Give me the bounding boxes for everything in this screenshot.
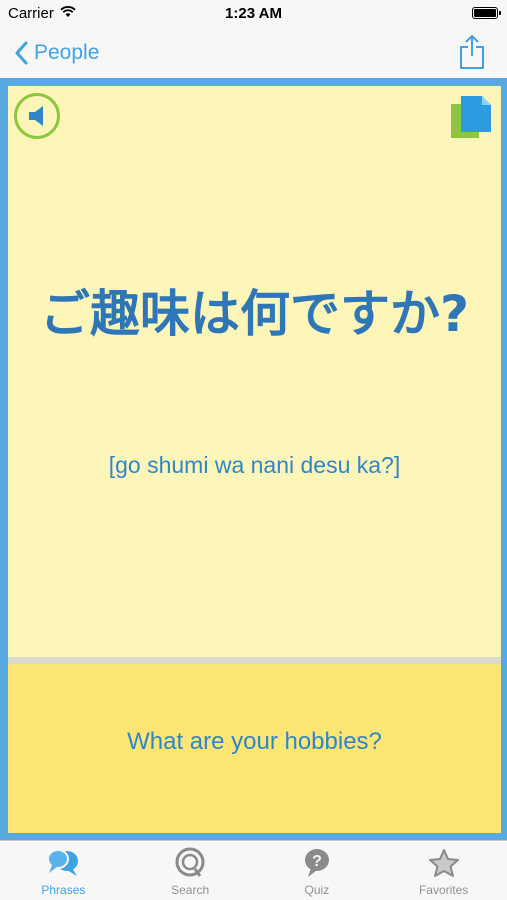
back-button-label: People: [34, 41, 100, 64]
tab-phrases-label: Phrases: [41, 883, 86, 897]
status-time: 1:23 AM: [225, 5, 282, 22]
copy-button[interactable]: [449, 94, 493, 140]
star-icon: [428, 849, 459, 877]
speaker-icon: [29, 106, 43, 126]
play-audio-button[interactable]: [14, 93, 60, 139]
svg-text:?: ?: [312, 853, 322, 870]
tab-favorites-label: Favorites: [418, 883, 469, 897]
chevron-left-icon: [15, 41, 28, 65]
tab-search-label: Search: [171, 883, 210, 897]
navigation-bar: People: [0, 28, 507, 78]
question-bubble-icon: ?: [304, 849, 329, 877]
phrase-card-translation: What are your hobbies?: [8, 664, 501, 833]
card-divider: [8, 657, 501, 664]
copy-icon: [451, 96, 491, 138]
phrase-card: ご趣味は何ですか? [go shumi wa nani desu ka?] Wh…: [0, 78, 507, 840]
phrase-japanese-text: ご趣味は何ですか?: [39, 285, 469, 343]
tab-quiz[interactable]: ? Quiz: [254, 841, 381, 900]
search-icon: [175, 847, 205, 877]
tab-quiz-label: Quiz: [304, 883, 330, 897]
tab-search[interactable]: Search: [127, 841, 254, 900]
tab-phrases[interactable]: Phrases: [0, 841, 127, 900]
tab-favorites[interactable]: Favorites: [380, 841, 507, 900]
status-bar: Carrier 1:23 AM: [0, 0, 507, 28]
phrase-romanization-text: [go shumi wa nani desu ka?]: [108, 452, 401, 478]
back-button[interactable]: People: [14, 37, 99, 69]
battery-icon: [472, 7, 501, 19]
phrase-english-text: What are your hobbies?: [127, 728, 382, 755]
phrase-card-front: ご趣味は何ですか? [go shumi wa nani desu ka?]: [8, 86, 501, 657]
tab-bar: Phrases Search ? Quiz Favorites: [0, 840, 507, 900]
speech-bubbles-icon: [47, 849, 79, 876]
share-button[interactable]: [459, 34, 485, 75]
share-icon: [460, 34, 484, 69]
